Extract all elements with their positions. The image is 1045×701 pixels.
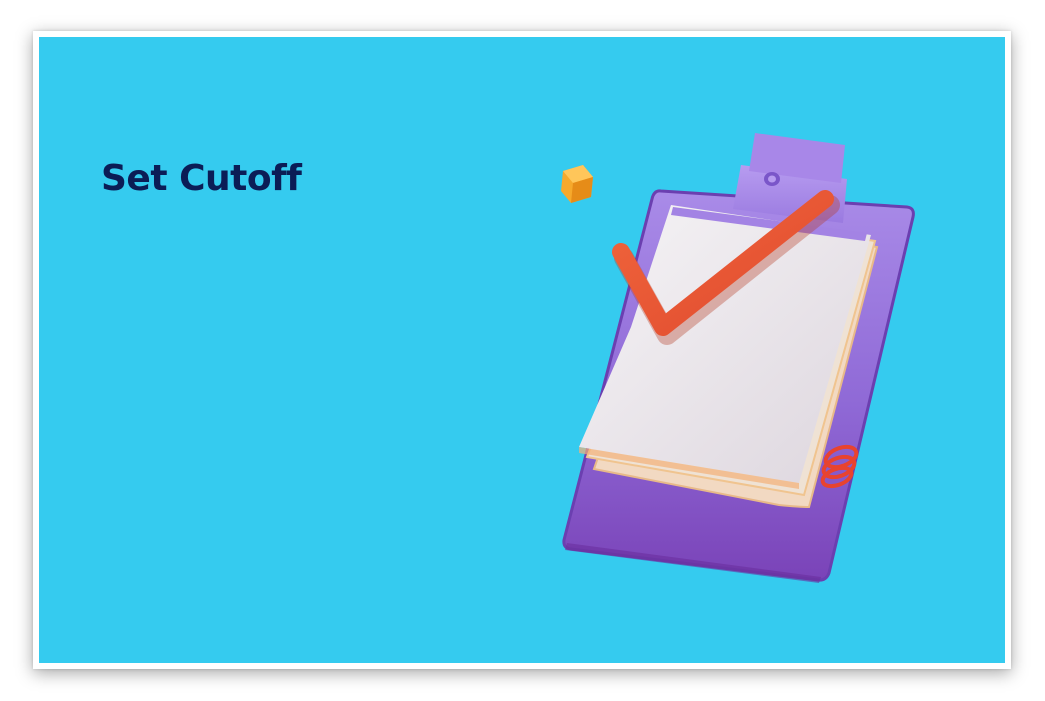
slide-frame: Set Cutoff <box>33 31 1011 669</box>
slide: Set Cutoff <box>39 37 1005 663</box>
slide-title: Set Cutoff <box>101 158 302 199</box>
cube-decoration-icon <box>561 165 593 203</box>
page: Set Cutoff <box>0 0 1045 701</box>
clipboard-checklist-icon <box>561 133 915 583</box>
